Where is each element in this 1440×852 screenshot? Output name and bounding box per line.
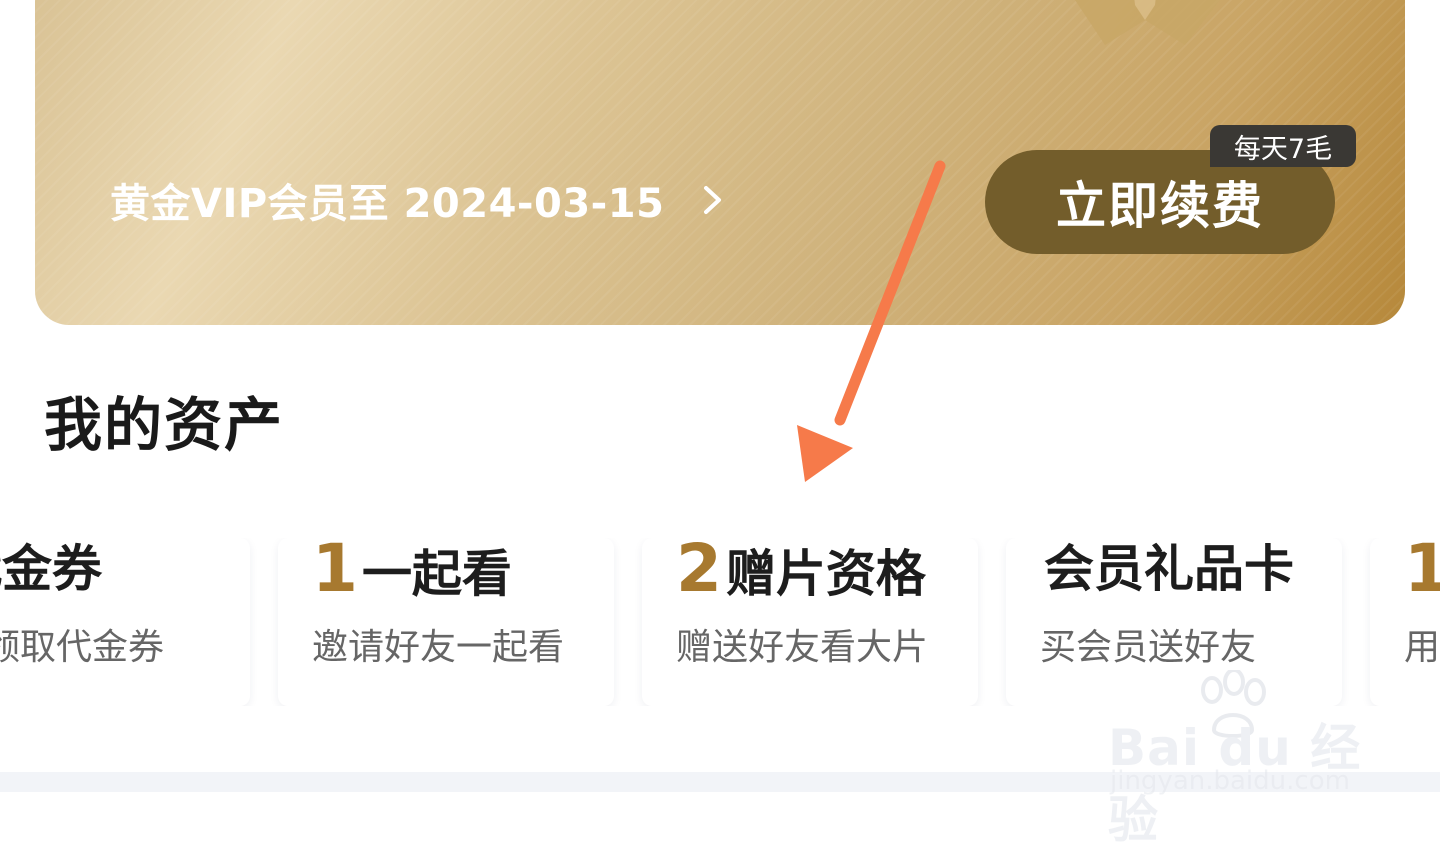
vip-expiry-text: 黄金VIP会员至 2024-03-15 [110,181,665,227]
asset-name: 一起看 [361,545,512,603]
asset-card-title: 代金券 [0,538,102,600]
asset-count: 1 [312,538,358,607]
asset-card-voucher[interactable]: 代金券 费领取代金券 [0,538,250,706]
asset-count: 2 [676,538,722,607]
asset-card-title: 1 [1404,538,1440,607]
price-tag-badge: 每天7毛 [1210,125,1356,167]
asset-card-gift-movie[interactable]: 2 赠片资格 赠送好友看大片 [642,538,978,706]
vip-badge-icon [1075,0,1220,45]
asset-card-title: 2 赠片资格 [676,538,926,607]
asset-name: 会员礼品卡 [1044,540,1294,598]
asset-subtitle: 邀请好友一起看 [312,627,565,668]
asset-card-title: 会员礼品卡 [1040,538,1294,600]
asset-subtitle: 买会员送好友 [1040,627,1257,668]
asset-subtitle: 用 [1404,627,1440,668]
vip-membership-card: 黄金VIP会员至 2024-03-15 立即续费 每天7毛 [35,0,1405,325]
watermark-url: jingyan.baidu.com [1110,766,1350,796]
chevron-right-icon [704,186,722,214]
baidu-watermark: Bai du 经验 jingyan.baidu.com [1100,670,1370,849]
asset-card-watch-together[interactable]: 1 一起看 邀请好友一起看 [278,538,614,706]
asset-subtitle: 费领取代金券 [0,627,165,668]
asset-count: 1 [1404,538,1440,607]
vip-expiry-link[interactable]: 黄金VIP会员至 2024-03-15 [110,170,724,230]
asset-card-title: 1 一起看 [312,538,512,607]
my-assets-title: 我的资产 [44,391,285,459]
asset-card-partial[interactable]: 1 用 [1370,538,1440,706]
asset-name: 赠片资格 [725,545,926,603]
asset-subtitle: 赠送好友看大片 [676,627,929,668]
asset-name: 代金券 [0,540,102,598]
